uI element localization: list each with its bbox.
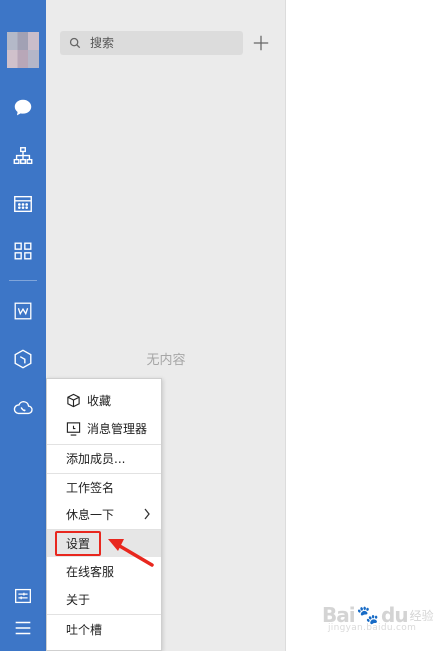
annotation-arrow-icon xyxy=(108,539,154,567)
menu-item-label: 吐个槽 xyxy=(66,623,103,637)
menu-divider xyxy=(47,614,161,615)
search-icon xyxy=(68,36,82,50)
document-w-icon[interactable] xyxy=(11,299,35,323)
cloud-phone-icon[interactable] xyxy=(11,395,35,419)
menu-item-favorites[interactable]: 收藏 xyxy=(47,387,161,414)
org-chart-icon[interactable] xyxy=(11,144,35,168)
avatar[interactable] xyxy=(7,32,39,68)
watermark-url: jingyan.baidu.com xyxy=(328,623,417,633)
watermark-sub: 经验 xyxy=(409,608,434,623)
menu-item-label: 收藏 xyxy=(87,394,112,408)
menu-item-label: 消息管理器 xyxy=(87,422,148,436)
add-button[interactable] xyxy=(251,33,271,53)
apps-grid-icon[interactable] xyxy=(11,239,35,263)
main-popup-menu: 收藏 消息管理器 添加成员... 工作签名 休息一下 设置 在线客服 关于 吐个… xyxy=(46,378,162,651)
menu-item-take-break[interactable]: 休息一下 xyxy=(47,501,161,528)
baidu-watermark: Bai 🐾 du 经验 jingyan.baidu.com xyxy=(322,595,440,635)
search-box[interactable] xyxy=(60,31,243,55)
calendar-icon[interactable] xyxy=(11,192,35,216)
chevron-right-icon xyxy=(144,508,150,520)
plus-icon xyxy=(253,35,269,51)
left-sidebar xyxy=(0,0,46,651)
menu-item-label: 设置 xyxy=(66,537,91,551)
menu-hamburger-icon[interactable] xyxy=(11,616,35,640)
menu-item-label: 休息一下 xyxy=(66,508,115,522)
menu-item-label: 关于 xyxy=(66,593,91,607)
cube-icon xyxy=(65,393,81,409)
menu-item-add-member[interactable]: 添加成员... xyxy=(47,445,161,472)
menu-item-about[interactable]: 关于 xyxy=(47,586,161,613)
menu-item-feedback[interactable]: 吐个槽 xyxy=(47,616,161,643)
menu-item-label: 工作签名 xyxy=(66,481,115,495)
cube-hexagon-icon[interactable] xyxy=(11,347,35,371)
settings-sliders-icon[interactable] xyxy=(11,584,35,608)
menu-item-label: 添加成员... xyxy=(66,452,126,466)
menu-item-message-manager[interactable]: 消息管理器 xyxy=(47,415,161,442)
chat-area xyxy=(287,0,442,651)
chat-bubble-icon[interactable] xyxy=(11,96,35,120)
search-input[interactable] xyxy=(90,36,230,50)
message-manager-icon xyxy=(65,421,81,437)
empty-state-text: 无内容 xyxy=(146,353,186,368)
menu-item-work-signature[interactable]: 工作签名 xyxy=(47,474,161,501)
sidebar-divider xyxy=(9,280,37,281)
